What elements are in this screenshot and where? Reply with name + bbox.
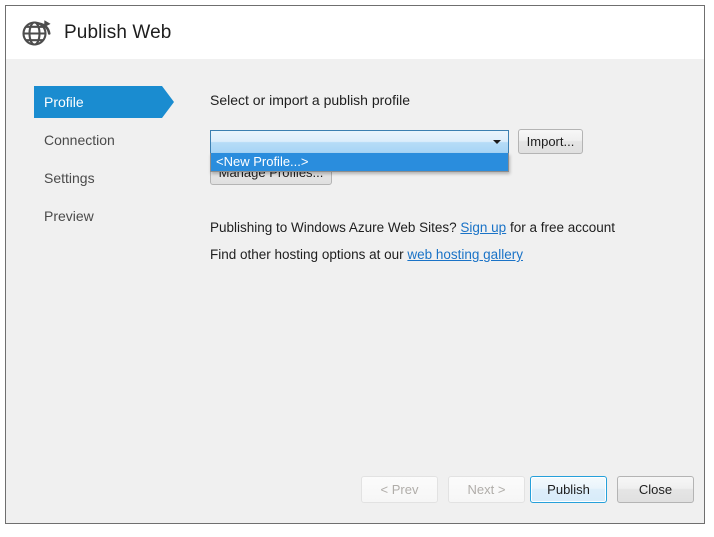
publish-profile-dropdown-list: <New Profile...> [210,153,509,172]
publish-profile-combobox-wrapper [210,130,509,154]
sidebar-item-settings[interactable]: Settings [6,162,186,194]
publish-web-dialog: Publish Web Profile Connection Settings … [5,5,705,524]
page-title: Publish Web [64,21,172,43]
dialog-header: Publish Web [6,6,704,59]
azure-signup-text: Publishing to Windows Azure Web Sites? S… [210,220,615,235]
sign-up-link[interactable]: Sign up [460,220,506,235]
publish-profile-combobox[interactable] [210,130,509,154]
azure-signup-suffix: for a free account [506,220,615,235]
chevron-down-icon[interactable] [488,132,507,152]
hosting-gallery-text: Find other hosting options at our web ho… [210,247,523,262]
dialog-footer: < Prev Next > Publish Close [6,467,704,523]
next-button[interactable]: Next > [448,476,525,503]
prev-button[interactable]: < Prev [361,476,438,503]
sidebar-item-connection[interactable]: Connection [6,124,186,156]
main-content: Select or import a publish profile Manag… [204,92,694,262]
web-hosting-gallery-link[interactable]: web hosting gallery [407,247,523,262]
close-button[interactable]: Close [617,476,694,503]
profile-section-label: Select or import a publish profile [210,92,410,108]
sidebar-item-label: Profile [44,94,84,110]
sidebar-item-label: Preview [44,208,94,224]
azure-signup-prefix: Publishing to Windows Azure Web Sites? [210,220,461,235]
sidebar-item-label: Connection [44,132,115,148]
dropdown-item-new-profile[interactable]: <New Profile...> [211,153,508,171]
sidebar-item-preview[interactable]: Preview [6,200,186,232]
sidebar-active-arrow-icon [162,86,174,118]
sidebar: Profile Connection Settings Preview [6,86,186,238]
publish-button[interactable]: Publish [530,476,607,503]
import-button[interactable]: Import... [518,129,583,154]
globe-publish-icon [22,19,51,46]
sidebar-item-label: Settings [44,170,95,186]
hosting-gallery-prefix: Find other hosting options at our [210,247,408,262]
sidebar-item-profile[interactable]: Profile [6,86,186,118]
